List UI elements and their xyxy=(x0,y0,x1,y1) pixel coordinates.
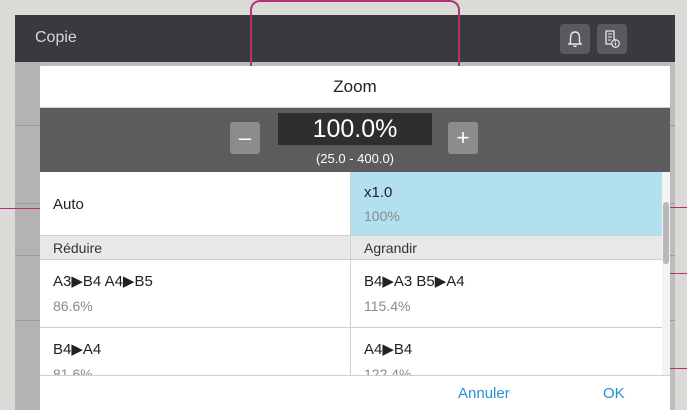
preset-value: 115.4% xyxy=(364,298,411,314)
preset-enlarge-item[interactable]: B4▶A3 B5▶A4 115.4% xyxy=(351,260,662,328)
scrollbar-thumb[interactable] xyxy=(663,202,669,264)
dialog-title: Zoom xyxy=(40,66,670,108)
zoom-preset-list: Auto x1.0 100% Réduire Agrandir A3▶B4 A4… xyxy=(40,172,662,375)
section-enlarge-header: Agrandir xyxy=(351,236,662,260)
app-title: Copie xyxy=(35,29,77,46)
preset-reduce-item[interactable]: B4▶A4 81.6% xyxy=(40,328,350,375)
preset-enlarge-item[interactable]: A4▶B4 122.4% xyxy=(351,328,662,375)
preset-auto[interactable]: Auto xyxy=(40,172,350,236)
preset-label: A3▶B4 A4▶B5 xyxy=(53,273,153,290)
minus-icon: – xyxy=(238,125,252,150)
notification-button[interactable] xyxy=(560,24,590,54)
cancel-button[interactable]: Annuler xyxy=(458,385,510,402)
zoom-control-bar: – 100.0% + (25.0 - 400.0) xyxy=(40,108,670,172)
ok-button[interactable]: OK xyxy=(603,385,625,402)
preset-label: B4▶A3 B5▶A4 xyxy=(364,273,465,290)
dialog-footer: Annuler OK xyxy=(40,375,670,410)
zoom-value-input[interactable]: 100.0% xyxy=(278,113,432,145)
list-scrollbar[interactable] xyxy=(662,172,670,375)
preset-label: Auto xyxy=(53,196,84,213)
column-divider xyxy=(350,172,351,375)
zoom-decrease-button[interactable]: – xyxy=(230,122,260,154)
preset-label: x1.0 xyxy=(364,184,393,201)
preset-value: 122.4% xyxy=(364,366,412,375)
plus-icon: + xyxy=(456,125,470,150)
callout-line-left xyxy=(0,208,40,209)
preset-value: 81.6% xyxy=(53,366,93,375)
section-reduce-header: Réduire xyxy=(40,236,350,260)
document-info-icon xyxy=(605,30,620,48)
zoom-increase-button[interactable]: + xyxy=(448,122,478,154)
zoom-range: (25.0 - 400.0) xyxy=(315,151,395,166)
bell-icon xyxy=(567,31,583,48)
preset-value: 100% xyxy=(364,208,400,224)
zoom-dialog: Zoom – 100.0% + (25.0 - 400.0) Auto x1.0… xyxy=(40,66,670,410)
job-status-button[interactable] xyxy=(597,24,627,54)
preset-value: 86.6% xyxy=(53,298,93,314)
preset-label: B4▶A4 xyxy=(53,341,102,358)
preset-label: A4▶B4 xyxy=(364,341,413,358)
preset-reduce-item[interactable]: A3▶B4 A4▶B5 86.6% xyxy=(40,260,350,328)
preset-x1-selected[interactable]: x1.0 100% xyxy=(351,172,662,236)
